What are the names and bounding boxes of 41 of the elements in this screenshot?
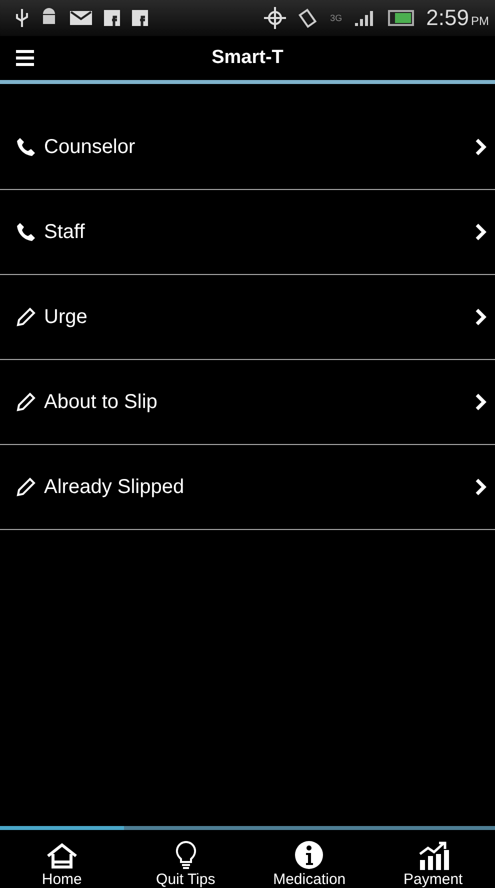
row-label: Counselor [44,136,136,158]
clock-time: 2:59 [426,5,469,31]
row-label: About to Slip [44,390,158,414]
tab[interactable]: Home [0,826,124,888]
crosshair-icon [264,7,286,29]
chart-icon [417,840,450,870]
lightbulb-icon [174,840,197,870]
menu-button[interactable] [16,50,34,66]
row-label: Staff [44,220,86,244]
square-icon [104,10,120,26]
pencil-icon [16,477,36,497]
menu-row[interactable]: Counselor [0,105,495,190]
phone-icon [16,137,36,157]
home-icon [44,842,79,870]
chevron-icon [475,478,487,496]
tab[interactable]: Payment [371,826,495,888]
menu-row[interactable]: Urge [0,275,495,360]
pencil-icon [16,392,36,412]
app-title: Smart-T [210,47,284,69]
tab[interactable]: Medication [248,826,372,888]
signal-icon [354,10,374,26]
row-label: Urge [44,306,88,328]
tab[interactable]: Quit Tips [124,826,248,888]
square-icon [132,10,148,26]
chevron-icon [475,223,487,241]
menu-row[interactable]: Already Slipped [0,445,495,530]
mail-icon [70,11,92,25]
clock-meridiem: PM [471,14,489,28]
phone-icon [16,222,36,242]
menu-row[interactable]: About to Slip [0,360,495,445]
menu-row[interactable]: Staff [0,190,495,275]
pencil-icon [16,307,36,327]
chevron-icon [475,393,487,411]
chevron-icon [475,138,487,156]
info-icon [294,840,324,870]
rotate-icon [298,8,318,28]
chevron-icon [475,308,487,326]
network-type: 3G [330,14,342,22]
usb-icon [16,9,28,27]
battery-icon [386,10,414,26]
row-label: Already Slipped [44,476,186,498]
